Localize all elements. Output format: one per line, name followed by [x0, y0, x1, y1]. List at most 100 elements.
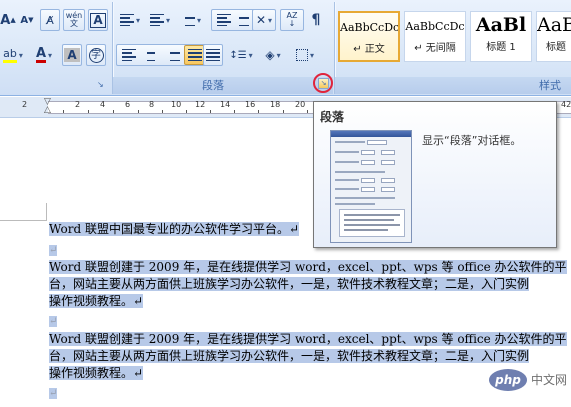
paragraph-text: Word 联盟创建于 2009 年，是在线提供学习 word，excel、ppt…: [49, 260, 567, 274]
ruler-tick: [113, 110, 114, 113]
margin-mark: [46, 203, 47, 221]
paragraph-text: Word 联盟创建于 2009 年，是在线提供学习 word，excel、ppt…: [49, 332, 567, 346]
ruler-number: 16: [245, 100, 256, 109]
phonetic-guide-button[interactable]: wén 文: [63, 9, 85, 31]
screentip-description: 显示“段落”对话框。: [422, 134, 522, 147]
align-center-button[interactable]: [140, 45, 162, 65]
style-name: ↵ 正文: [353, 44, 385, 55]
paragraph-dialog-thumbnail: [330, 130, 412, 243]
align-left-button[interactable]: [118, 45, 140, 65]
align-right-icon: [166, 48, 180, 62]
grow-font-button[interactable]: A ▲: [0, 9, 16, 31]
sort-button[interactable]: AZ ↓: [280, 9, 304, 31]
ruler-tick: [186, 110, 187, 113]
document-line[interactable]: 台，网站主要从两方面供上班族学习办公软件，一是，软件技术教程文章；二是，入门实例: [49, 276, 530, 293]
char-shading-button[interactable]: A: [62, 44, 82, 66]
ruler-tick: [258, 110, 259, 113]
ruler-number: 10: [171, 100, 182, 109]
enclose-char-icon: 字: [88, 47, 104, 63]
ruler-number: 20: [295, 100, 306, 109]
style-sample: AaBl: [475, 14, 527, 36]
paragraph-mark: ↵: [49, 245, 58, 256]
indent-buttons[interactable]: [211, 9, 255, 31]
style-title[interactable]: AaB 标题: [536, 11, 571, 62]
document-line[interactable]: ↵: [49, 312, 58, 330]
align-left-icon: [122, 48, 136, 62]
style-no-spacing[interactable]: AaBbCcDc ↵ 无间隔: [404, 11, 466, 62]
ruler-number: 2: [75, 100, 81, 109]
ribbon: A ▲ A ▼ A̸ wén 文 A ab ▾ A ▾ A 字 ↘ ▾ ▾ ▾ ✕ ▾: [0, 0, 571, 96]
highlight-button[interactable]: ab ▾: [0, 44, 26, 66]
paragraph-text: 操作视频教程。↵: [49, 366, 144, 380]
style-heading-1[interactable]: AaBl 标题 1: [470, 11, 532, 62]
ruler-tick: [234, 110, 235, 113]
numbering-button[interactable]: ▾: [146, 9, 174, 31]
document-line[interactable]: Word 联盟中国最专业的办公软件学习平台。↵: [49, 221, 300, 238]
ruler-number: 18: [270, 100, 281, 109]
ruler-tick: [283, 110, 284, 113]
clear-format-button[interactable]: A̸: [40, 9, 60, 31]
paragraph-screentip: 段落 显示“段落”对话框。: [313, 101, 557, 248]
multilevel-list-button[interactable]: ▾: [176, 9, 206, 31]
font-color-button[interactable]: A ▾: [30, 44, 58, 66]
distributed-button[interactable]: [203, 44, 223, 66]
show-marks-icon: ¶: [311, 12, 321, 28]
show-marks-button[interactable]: ¶: [306, 9, 326, 31]
document-line[interactable]: 操作视频教程。↵: [49, 293, 144, 310]
document-line[interactable]: Word 联盟创建于 2009 年，是在线提供学习 word，excel、ppt…: [49, 259, 567, 276]
screentip-title: 段落: [320, 110, 345, 124]
php-logo: php: [489, 369, 527, 391]
char-border-icon: A: [90, 12, 106, 28]
document-line[interactable]: 台，网站主要从两方面供上班族学习办公软件，一是，软件技术教程文章；二是，入门实例: [49, 348, 530, 365]
distributed-icon: [206, 48, 220, 62]
align-right-button[interactable]: [162, 45, 184, 65]
ruler-tick: [210, 110, 211, 113]
chinese-layout-button[interactable]: ✕ ▾: [252, 9, 276, 31]
paragraph-text: 操作视频教程。↵: [49, 294, 144, 308]
justify-icon: [188, 48, 202, 62]
alignment-buttons: [116, 44, 208, 66]
increase-indent-icon: [235, 13, 249, 27]
numbering-icon: [149, 13, 164, 27]
document-line[interactable]: ↵: [49, 384, 58, 402]
char-border-button[interactable]: A: [88, 9, 108, 31]
line-spacing-icon: ↕☰: [229, 49, 247, 61]
paragraph-text: Word 联盟中国最专业的办公软件学习平台。↵: [49, 222, 300, 236]
ruler-number: 6: [125, 100, 131, 109]
borders-icon: [295, 49, 308, 61]
indent-marker-icon[interactable]: ▽ △: [44, 98, 51, 115]
paragraph-text: 台，网站主要从两方面供上班族学习办公软件，一是，软件技术教程文章；二是，入门实例: [49, 277, 530, 291]
paint-bucket-icon: ◈: [265, 48, 275, 62]
bullets-icon: [119, 13, 134, 27]
bullets-button[interactable]: ▾: [116, 9, 144, 31]
borders-button[interactable]: ▾: [290, 44, 320, 66]
document-line[interactable]: 操作视频教程。↵: [49, 365, 144, 382]
shading-button[interactable]: ◈ ▾: [258, 44, 288, 66]
ruler-number: 2: [22, 100, 28, 109]
style-normal[interactable]: AaBbCcDc ↵ 正文: [338, 11, 400, 62]
style-sample: AaB: [537, 14, 571, 36]
document-line[interactable]: Word 联盟创建于 2009 年，是在线提供学习 word，excel、ppt…: [49, 331, 567, 348]
clear-format-icon: A̸: [46, 13, 54, 27]
paragraph-text: 台，网站主要从两方面供上班族学习办公软件，一是，软件技术教程文章；二是，入门实例: [49, 349, 530, 363]
line-spacing-button[interactable]: ↕☰ ▾: [226, 44, 256, 66]
shrink-font-button[interactable]: A ▼: [18, 9, 36, 31]
margin-mark: [0, 220, 47, 221]
char-shading-icon: A: [64, 48, 80, 62]
style-sample: AaBbCcDc: [405, 20, 465, 33]
paragraph-dialog-launcher-icon[interactable]: ↘: [318, 78, 329, 89]
font-dialog-launcher-icon[interactable]: ↘: [97, 80, 106, 89]
document-line[interactable]: ↵: [49, 241, 58, 259]
ruler-tick: [138, 110, 139, 113]
enclose-char-button[interactable]: 字: [86, 44, 106, 66]
ruler-tick: [63, 110, 64, 113]
style-name: ↵ 无间隔: [414, 43, 456, 54]
styles-group-label: 样式: [539, 79, 561, 92]
ruler-tick: [88, 110, 89, 113]
shrink-font-icon: A: [20, 14, 29, 26]
ruler-number: 4: [100, 100, 106, 109]
highlight-icon: ab: [3, 47, 17, 63]
style-name: 标题: [546, 42, 566, 53]
watermark: php 中文网: [489, 365, 571, 407]
ruler-tick: [162, 110, 163, 113]
